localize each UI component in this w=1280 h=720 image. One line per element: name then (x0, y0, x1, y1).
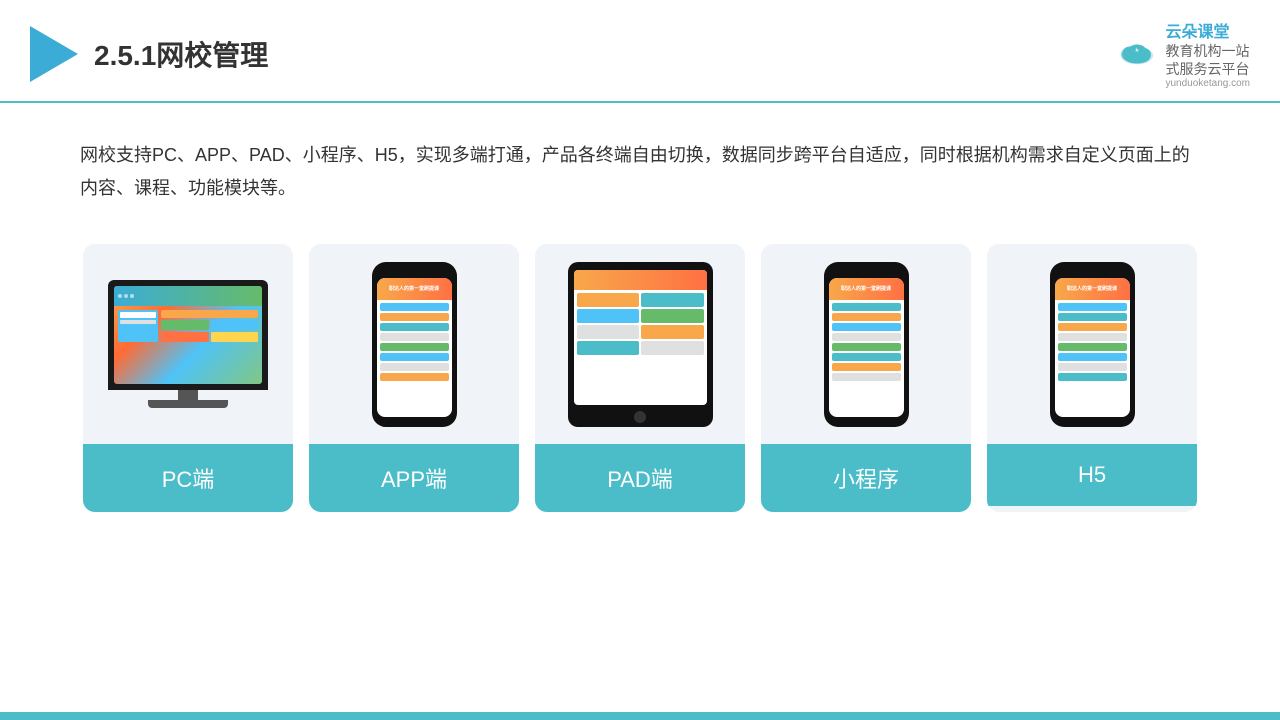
h5-phone-mockup: 职达人的第一堂刷提课 (1050, 262, 1135, 427)
header: 2.5.1网校管理 云朵课堂 教育机构一站式服务云平台 yunduoketang… (0, 0, 1280, 103)
phone-notch-3 (1078, 266, 1106, 272)
cloud-icon (1115, 39, 1159, 69)
card-h5: 职达人的第一堂刷提课 H5 (987, 244, 1197, 512)
app-phone-mockup: 职达人的第一堂刷提课 (372, 262, 457, 427)
phone-screen-3: 职达人的第一堂刷提课 (1055, 278, 1130, 417)
cards-container: PC端 职达人的第一堂刷提课 (0, 224, 1280, 542)
logo-triangle-icon (30, 26, 78, 82)
tablet-screen-header (574, 270, 707, 290)
header-left: 2.5.1网校管理 (30, 26, 268, 82)
tablet-screen-body (574, 290, 707, 358)
tablet-screen (574, 270, 707, 405)
card-h5-image: 职达人的第一堂刷提课 (987, 244, 1197, 444)
phone-notch-2 (852, 266, 880, 272)
card-pad: PAD端 (535, 244, 745, 512)
card-pad-image (535, 244, 745, 444)
card-miniprogram-image: 职达人的第一堂刷提课 (761, 244, 971, 444)
phone-screen-header-2: 职达人的第一堂刷提课 (829, 278, 904, 300)
card-miniprogram: 职达人的第一堂刷提课 小程序 (761, 244, 971, 512)
page-title: 2.5.1网校管理 (94, 34, 268, 74)
card-app-image: 职达人的第一堂刷提课 (309, 244, 519, 444)
header-right: 云朵课堂 教育机构一站式服务云平台 yunduoketang.com (1115, 18, 1250, 89)
card-app: 职达人的第一堂刷提课 APP端 (309, 244, 519, 512)
card-pc: PC端 (83, 244, 293, 512)
brand-url: yunduoketang.com (1165, 78, 1250, 89)
brand-logo: 云朵课堂 教育机构一站式服务云平台 yunduoketang.com (1115, 18, 1250, 89)
phone-screen-header: 职达人的第一堂刷提课 (377, 278, 452, 300)
phone-screen: 职达人的第一堂刷提课 (377, 278, 452, 417)
description-content: 网校支持PC、APP、PAD、小程序、H5，实现多端打通，产品各终端自由切换，数… (80, 145, 1190, 197)
card-app-label: APP端 (309, 444, 519, 512)
pc-monitor (108, 280, 268, 390)
card-pc-image (83, 244, 293, 444)
phone-screen-2: 职达人的第一堂刷提课 (829, 278, 904, 417)
tablet-mockup (568, 262, 713, 427)
card-h5-label: H5 (987, 444, 1197, 506)
card-pad-label: PAD端 (535, 444, 745, 512)
pc-screen (114, 286, 262, 384)
card-pc-label: PC端 (83, 444, 293, 512)
phone-screen-body-2 (829, 300, 904, 386)
card-miniprogram-label: 小程序 (761, 444, 971, 512)
phone-notch (400, 266, 428, 272)
tablet-home-button (634, 411, 646, 423)
bottom-bar (0, 712, 1280, 720)
phone-screen-body-3 (1055, 300, 1130, 386)
pc-mockup (108, 280, 268, 408)
brand-name: 云朵课堂 (1165, 18, 1250, 42)
brand-info: 云朵课堂 教育机构一站式服务云平台 yunduoketang.com (1165, 18, 1250, 89)
description-text: 网校支持PC、APP、PAD、小程序、H5，实现多端打通，产品各终端自由切换，数… (0, 103, 1280, 224)
phone-screen-body (377, 300, 452, 386)
pc-neck (178, 390, 198, 400)
pc-base (148, 400, 228, 408)
brand-tagline: 教育机构一站式服务云平台 (1165, 42, 1250, 78)
miniprogram-phone-mockup: 职达人的第一堂刷提课 (824, 262, 909, 427)
phone-screen-header-3: 职达人的第一堂刷提课 (1055, 278, 1130, 300)
